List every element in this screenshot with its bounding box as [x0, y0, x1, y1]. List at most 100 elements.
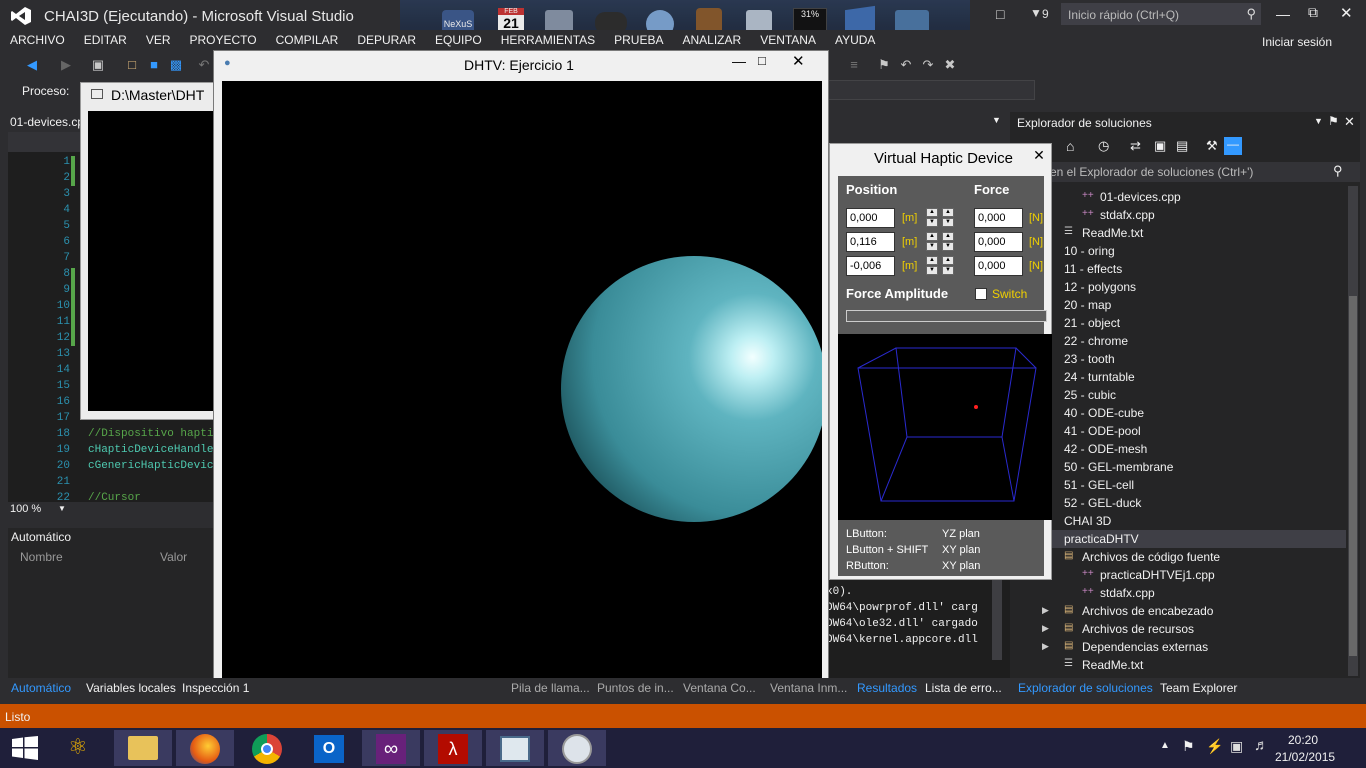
history-icon[interactable]: ◷ [1098, 138, 1109, 154]
solution-item[interactable]: 23 - tooth [1010, 350, 1346, 368]
console-window[interactable]: D:\Master\DHT [80, 82, 220, 420]
solution-item[interactable]: 52 - GEL-duck [1010, 494, 1346, 512]
solution-search-icon[interactable]: ⚲ [1333, 163, 1343, 179]
notification-flag-icon[interactable]: ▼ [1030, 6, 1042, 20]
power-icon[interactable]: ⚡ [1206, 738, 1223, 755]
menu-prueba[interactable]: PRUEBA [604, 30, 672, 47]
solution-item[interactable]: ▶ ▤ Dependencias externas [1010, 638, 1346, 656]
open-folder-icon[interactable]: □ [124, 57, 140, 73]
solution-item[interactable]: ▶▤Archivos de código fuente [1010, 548, 1346, 566]
tab-locals[interactable]: Variables locales [86, 681, 176, 695]
solution-item[interactable]: 25 - cubic [1010, 386, 1346, 404]
spin-up-button[interactable]: ▲ [926, 208, 938, 217]
opengl-viewport[interactable] [222, 81, 822, 681]
bookmark-prev-icon[interactable]: ↶ [898, 57, 914, 73]
tab-breakpoints[interactable]: Puntos de in... [597, 681, 674, 695]
bookmark-next-icon[interactable]: ↷ [920, 57, 936, 73]
signin-link[interactable]: Iniciar sesión [1262, 30, 1332, 49]
menu-archivo[interactable]: ARCHIVO [0, 30, 74, 47]
solution-item[interactable]: practicaDHTV [1010, 530, 1346, 548]
workspace-cube-view[interactable] [838, 334, 1052, 520]
autos-column-name[interactable]: Nombre [20, 550, 63, 564]
spin-up-button[interactable]: ▲ [942, 256, 954, 265]
network-icon[interactable]: ▣ [1230, 738, 1243, 755]
clock-time[interactable]: 20:20 [1288, 733, 1318, 747]
windows-start-icon[interactable] [12, 736, 38, 760]
solution-item[interactable]: 42 - ODE-mesh [1010, 440, 1346, 458]
dhtv-close-button[interactable]: ✕ [792, 52, 805, 70]
menu-proyecto[interactable]: PROYECTO [180, 30, 266, 47]
taskbar-acrobat[interactable]: λ [424, 730, 482, 766]
tab-autos[interactable]: Automático [11, 681, 71, 695]
save-icon[interactable]: ■ [146, 57, 162, 73]
spin-down-button[interactable]: ▼ [926, 266, 938, 275]
spin-down-button[interactable]: ▼ [926, 218, 938, 227]
dhtv-maximize-button[interactable]: □ [758, 53, 766, 68]
force-field[interactable]: 0,000 [974, 256, 1023, 276]
collapse-icon[interactable]: ▣ [1154, 138, 1166, 154]
menu-ver[interactable]: VER [136, 30, 180, 47]
thread-select[interactable] [825, 80, 1035, 100]
taskbar-file-explorer[interactable] [114, 730, 172, 766]
spin-up-button[interactable]: ▲ [926, 232, 938, 241]
taskbar-chrome[interactable] [238, 730, 296, 766]
menu-editar[interactable]: EDITAR [74, 30, 136, 47]
restore-button[interactable]: ⧉ [1308, 4, 1318, 21]
solution-scrollbar[interactable] [1348, 186, 1358, 676]
force-field[interactable]: 0,000 [974, 232, 1023, 252]
spin-down-button[interactable]: ▼ [942, 266, 954, 275]
solution-item[interactable]: ☰ ReadMe.txt [1010, 224, 1346, 242]
forward-icon[interactable]: ▶ [58, 57, 74, 73]
spin-down-button[interactable]: ▼ [942, 218, 954, 227]
spin-down-button[interactable]: ▼ [926, 242, 938, 251]
clock-date[interactable]: 21/02/2015 [1275, 750, 1335, 764]
expand-arrow-icon[interactable]: ▶ [1042, 605, 1049, 616]
volume-icon[interactable]: ♬ [1254, 737, 1269, 754]
solution-item[interactable]: CHAI 3D [1010, 512, 1346, 530]
switch-checkbox[interactable] [975, 288, 987, 300]
solution-item[interactable]: ++ 01-devices.cpp [1010, 188, 1346, 206]
tab-solution-explorer[interactable]: Explorador de soluciones [1018, 681, 1153, 695]
taskbar-outlook[interactable]: O [300, 730, 358, 766]
solution-item[interactable]: ++ stdafx.cpp [1010, 206, 1346, 224]
undo-icon[interactable]: ↶ [196, 57, 212, 73]
expand-arrow-icon[interactable]: ▶ [1042, 641, 1049, 652]
editor-tab-devices[interactable]: 01-devices.cpp [10, 115, 91, 129]
solution-item[interactable]: ▶ ▤ Archivos de encabezado [1010, 602, 1346, 620]
solution-item[interactable]: 50 - GEL-membrane [1010, 458, 1346, 476]
solution-item[interactable]: ☰ ReadMe.txt [1010, 656, 1346, 674]
taskbar-visual-studio[interactable]: ∞ [362, 730, 420, 766]
menu-depurar[interactable]: DEPURAR [347, 30, 425, 47]
comment-icon[interactable]: ≡ [846, 57, 862, 73]
menu-equipo[interactable]: EQUIPO [425, 30, 491, 47]
menu-analizar[interactable]: ANALIZAR [673, 30, 751, 47]
virtual-haptic-device-window[interactable]: Virtual Haptic Device ✕ Position Force 0… [829, 143, 1052, 580]
taskbar-keys-app[interactable]: ⚛ [52, 730, 110, 766]
sync-icon[interactable]: ⇄ [1130, 138, 1141, 154]
quick-launch-input[interactable]: Inicio rápido (Ctrl+Q) ⚲ [1061, 3, 1261, 25]
properties-icon[interactable]: ⚒ [1206, 138, 1218, 154]
pane-dropdown-icon[interactable]: ▼ [1314, 116, 1323, 126]
solution-item[interactable]: 10 - oring [1010, 242, 1346, 260]
position-field[interactable]: 0,116 [846, 232, 895, 252]
taskbar-firefox[interactable] [176, 730, 234, 766]
bookmark-clear-icon[interactable]: ✖ [942, 57, 958, 73]
spin-up-button[interactable]: ▲ [942, 208, 954, 217]
preview-icon[interactable]: — [1224, 137, 1242, 155]
new-project-icon[interactable]: ▣ [90, 57, 106, 73]
solution-item[interactable]: 11 - effects [1010, 260, 1346, 278]
bookmark-icon[interactable]: ⚑ [876, 57, 892, 73]
autos-column-value[interactable]: Valor [160, 550, 187, 564]
tab-immediate[interactable]: Ventana Inm... [770, 681, 847, 695]
solution-item[interactable]: 51 - GEL-cell [1010, 476, 1346, 494]
spin-up-button[interactable]: ▲ [926, 256, 938, 265]
dhtv-window[interactable]: ● DHTV: Ejercicio 1 — □ ✕ [213, 50, 829, 688]
spin-up-button[interactable]: ▲ [942, 232, 954, 241]
position-field[interactable]: 0,000 [846, 208, 895, 228]
solution-item[interactable]: 24 - turntable [1010, 368, 1346, 386]
feedback-icon[interactable]: □ [996, 6, 1004, 22]
solution-item[interactable]: 20 - map [1010, 296, 1346, 314]
tab-team-explorer[interactable]: Team Explorer [1160, 681, 1237, 695]
dhtv-minimize-button[interactable]: — [732, 53, 746, 69]
haptic-close-button[interactable]: ✕ [1028, 147, 1050, 165]
